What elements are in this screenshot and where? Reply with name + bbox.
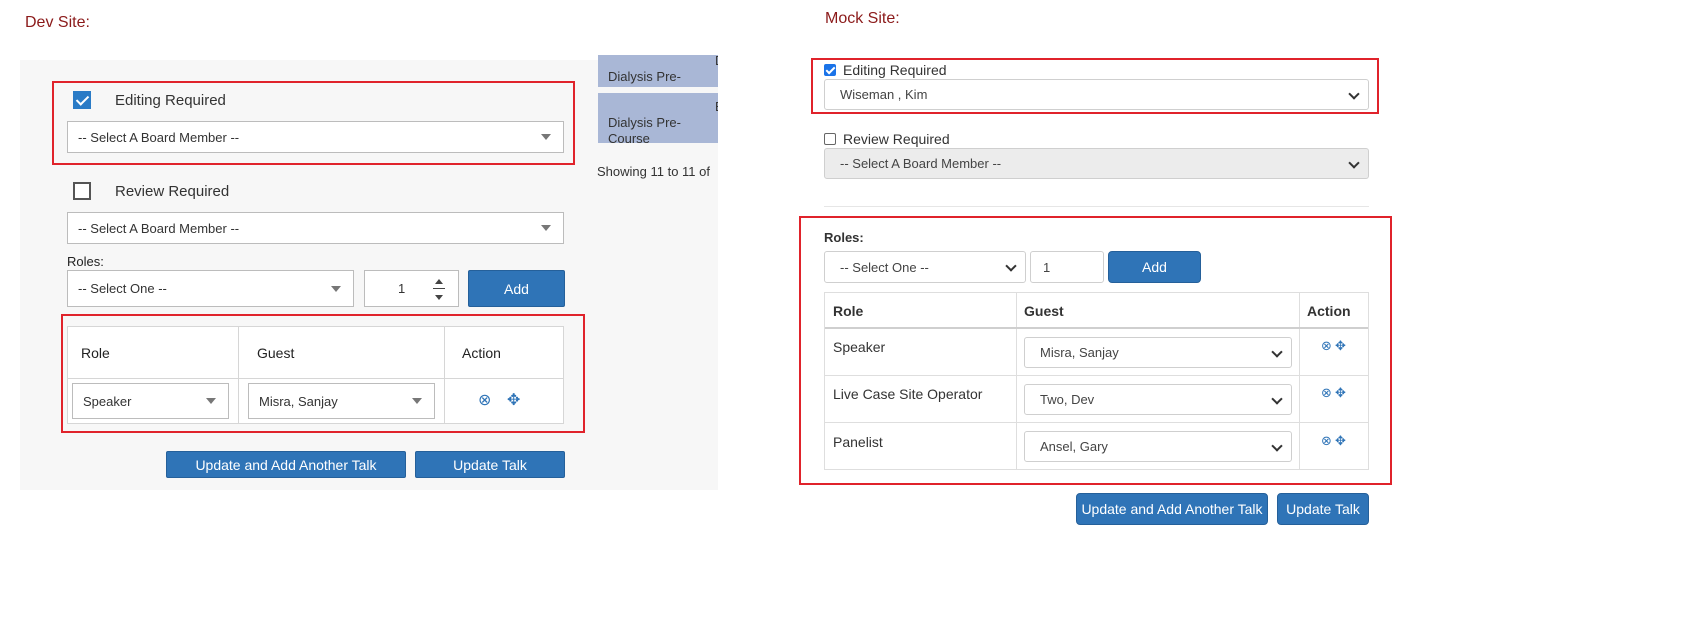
section-divider [824,206,1369,207]
dev-editing-label: Editing Required [115,92,226,109]
move-arrows-icon[interactable]: ✥ [1335,433,1346,449]
dev-table-peek-row: Dialysis Pre- Course D [598,55,718,87]
table-divider [825,422,1368,423]
mock-add-button[interactable]: Add [1108,251,1201,283]
dev-table-peek-row: Dialysis Pre- Course E [598,93,718,143]
dev-row-role-value: Speaker [83,393,132,409]
table-divider [825,327,1368,329]
circle-x-icon[interactable]: ⊗ [1321,338,1332,354]
mock-th-role: Role [833,303,864,319]
dev-review-checkbox[interactable] [73,182,91,200]
mock-editing-board-member-select[interactable]: Wiseman , Kim [824,79,1369,110]
caret-down-icon [541,134,551,140]
chevron-down-icon [1271,345,1283,358]
dev-peek-row-text: Dialysis Pre- Course [608,69,681,87]
mock-row-role: Panelist [833,434,883,450]
stepper-down-icon[interactable] [435,295,443,300]
dev-update-talk-button[interactable]: Update Talk [415,451,565,478]
mock-review-select-value: -- Select A Board Member -- [840,156,1002,171]
mock-site-title: Mock Site: [825,10,900,27]
dev-update-add-another-button[interactable]: Update and Add Another Talk [166,451,406,478]
dev-role-select-value: -- Select One -- [78,281,167,296]
mock-roles-table: Role Guest Action Speaker Misra, Sanjay … [824,292,1369,470]
mock-quantity-value: 1 [1043,259,1051,275]
dev-editing-select-value: -- Select A Board Member -- [78,129,240,145]
table-divider [238,327,239,423]
mock-review-checkbox[interactable] [824,133,836,145]
mock-row-guest-value: Two, Dev [1040,392,1095,407]
mock-update-add-another-button[interactable]: Update and Add Another Talk [1076,493,1268,525]
chevron-down-icon [1348,156,1360,169]
dev-quantity-value: 1 [398,281,406,296]
caret-down-icon [412,398,422,404]
dev-site-title: Dev Site: [25,14,90,31]
mock-row-guest-select[interactable]: Two, Dev [1024,384,1292,415]
dev-peek-cut-text: E [715,99,718,115]
dev-th-action: Action [462,345,501,361]
stepper-divider [433,288,445,289]
caret-down-icon [331,285,341,292]
dev-quantity-stepper[interactable]: 1 [364,270,459,307]
mock-editing-label: Editing Required [843,62,947,78]
mock-row-guest-select[interactable]: Misra, Sanjay [1024,337,1292,368]
dev-roles-table: Role Guest Action Speaker Misra, Sanjay … [67,326,564,424]
chevron-down-icon [1005,260,1017,272]
caret-down-icon [541,225,551,231]
dev-th-role: Role [81,345,110,361]
circle-x-icon[interactable]: ⊗ [1321,385,1332,401]
table-divider [68,378,563,379]
table-divider [1299,293,1300,469]
mock-role-select[interactable]: -- Select One -- [824,251,1026,283]
chevron-down-icon [1271,392,1283,405]
mock-th-action: Action [1307,303,1351,319]
caret-down-icon [206,398,216,404]
chevron-down-icon [1271,439,1283,452]
table-divider [825,375,1368,376]
dev-row-guest-value: Misra, Sanjay [259,393,338,409]
dev-roles-label: Roles: [67,254,104,269]
circle-x-icon[interactable]: ⊗ [478,393,491,409]
dev-review-label: Review Required [115,183,230,200]
dev-peek-row-text: Dialysis Pre- Course [608,115,681,143]
dev-editing-checkbox[interactable] [73,91,91,109]
mock-row-guest-value: Misra, Sanjay [1040,345,1119,360]
mock-role-select-value: -- Select One -- [840,259,929,275]
stepper-up-icon[interactable] [435,279,443,284]
mock-th-guest: Guest [1024,303,1064,319]
dev-add-button[interactable]: Add [468,270,565,307]
dev-review-board-member-select[interactable]: -- Select A Board Member -- [67,212,564,244]
move-arrows-icon[interactable]: ✥ [507,393,520,409]
mock-row-guest-value: Ansel, Gary [1040,439,1108,454]
circle-x-icon[interactable]: ⊗ [1321,433,1332,449]
mock-update-talk-button[interactable]: Update Talk [1277,493,1369,525]
mock-review-label: Review Required [843,131,950,147]
mock-quantity-input[interactable]: 1 [1030,251,1104,283]
mock-row-guest-select[interactable]: Ansel, Gary [1024,431,1292,462]
move-arrows-icon[interactable]: ✥ [1335,338,1346,354]
dev-review-select-value: -- Select A Board Member -- [78,220,240,236]
dev-th-guest: Guest [257,345,295,361]
table-divider [1016,293,1017,469]
move-arrows-icon[interactable]: ✥ [1335,385,1346,401]
dev-row-guest-select[interactable]: Misra, Sanjay [248,383,435,419]
chevron-down-icon [1348,87,1360,100]
table-divider [444,327,445,423]
dev-showing-text: Showing 11 to 11 of [597,164,710,179]
mock-review-board-member-select[interactable]: -- Select A Board Member -- [824,148,1369,179]
dev-editing-board-member-select[interactable]: -- Select A Board Member -- [67,121,564,153]
dev-peek-cut-text: D [715,55,718,69]
mock-row-role: Live Case Site Operator [833,386,983,402]
mock-editing-select-value: Wiseman , Kim [840,87,928,102]
mock-row-role: Speaker [833,339,886,355]
mock-editing-checkbox[interactable] [824,64,836,76]
mock-roles-label: Roles: [824,230,864,245]
dev-role-select[interactable]: -- Select One -- [67,270,354,307]
dev-row-role-select[interactable]: Speaker [72,383,229,419]
